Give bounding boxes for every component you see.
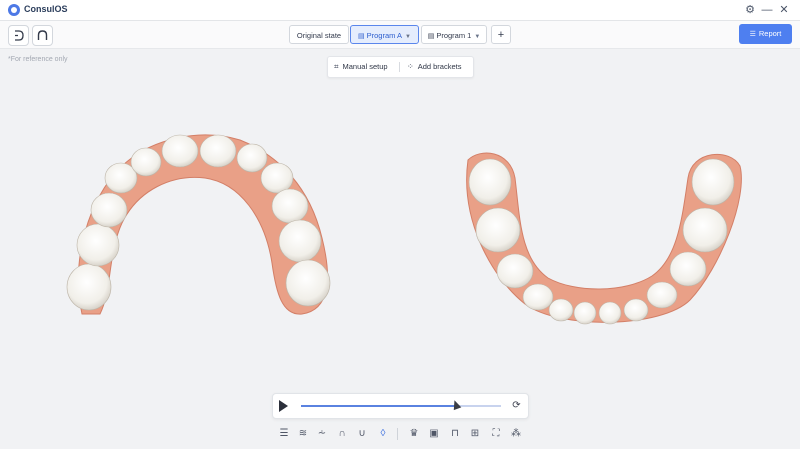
undo-icon — [15, 30, 24, 41]
capture-icon[interactable]: ⛶ — [489, 427, 503, 441]
tooth[interactable] — [475, 207, 521, 253]
tooth[interactable] — [66, 263, 112, 311]
title-bar: ConsulOS ⚙ — ✕ — [0, 0, 800, 21]
loop-icon[interactable]: ⟳ — [510, 399, 523, 412]
tab-label: Program A — [366, 31, 403, 40]
brackets-icon: ⁘ — [407, 62, 414, 71]
report-icon: ☰ — [749, 31, 756, 38]
tooth[interactable] — [496, 253, 534, 289]
tooth[interactable] — [623, 298, 649, 322]
timeline-track[interactable] — [301, 405, 501, 407]
tooth[interactable] — [646, 281, 678, 309]
tooth[interactable] — [468, 158, 512, 206]
gear-icon[interactable]: ⚙ — [742, 2, 758, 18]
footprint-icon[interactable]: ⁂ — [509, 427, 523, 441]
undo-button[interactable] — [8, 25, 29, 46]
app-title: ConsulOS — [24, 4, 68, 14]
upper-arch-icon[interactable]: ∩ — [335, 427, 349, 441]
bracket-icon[interactable]: ⊓ — [448, 427, 462, 441]
tooth[interactable] — [682, 207, 728, 253]
tooth[interactable] — [161, 134, 199, 168]
tooth[interactable] — [130, 147, 162, 177]
grid-icon[interactable]: ⊞ — [468, 427, 482, 441]
tooth[interactable] — [199, 134, 237, 168]
tooth[interactable] — [522, 283, 554, 311]
playback-bar: ⟳ — [272, 393, 529, 419]
setup-bar: ⌗ Manual setup ⁘ Add brackets — [327, 56, 474, 78]
comment-icon[interactable]: ▣ — [427, 427, 441, 441]
main-toolbar: Original state ▤ Program A ▼ ▤ Program 1 ▼ + — [0, 21, 800, 49]
tooth[interactable] — [260, 162, 294, 194]
tooth[interactable] — [548, 298, 574, 322]
tooth[interactable] — [236, 143, 268, 173]
add-program-button[interactable]: + — [491, 25, 511, 44]
add-brackets-button[interactable]: ⁘ Add brackets — [407, 57, 461, 77]
tooth[interactable] — [598, 301, 622, 325]
plus-icon: + — [497, 29, 505, 41]
close-icon[interactable]: ✕ — [776, 2, 792, 18]
tooth[interactable] — [278, 219, 322, 263]
tab-program-a[interactable]: ▤ Program A ▼ — [350, 25, 419, 44]
add-brackets-label: Add brackets — [417, 62, 462, 71]
tab-original-state[interactable]: Original state — [289, 25, 349, 44]
manual-setup-label: Manual setup — [342, 62, 388, 71]
reference-note: *For reference only — [8, 56, 68, 63]
view-front-icon[interactable]: ☰ — [277, 427, 291, 441]
document-icon: ▤ — [427, 33, 435, 40]
divider — [397, 428, 398, 440]
tooth[interactable] — [285, 259, 331, 307]
bottom-toolbar: ☰ ≋ ⩪ ∩ ∪ ◊ ♛ ▣ ⊓ ⊞ ⛶ ⁂ — [275, 425, 525, 443]
chevron-down-icon[interactable]: ▼ — [405, 34, 411, 40]
dental-3d-viewport[interactable] — [0, 78, 800, 378]
tab-label: Program 1 — [436, 31, 472, 40]
view-bottom-icon[interactable]: ⩪ — [315, 427, 329, 441]
document-icon: ▤ — [357, 33, 365, 40]
play-icon[interactable] — [279, 400, 288, 412]
tooth[interactable] — [691, 158, 735, 206]
both-arches-icon[interactable]: ◊ — [376, 427, 390, 441]
tab-program-1[interactable]: ▤ Program 1 ▼ — [421, 25, 487, 44]
tooth[interactable] — [573, 301, 597, 325]
timeline-progress — [301, 405, 455, 407]
arch-icon — [37, 30, 48, 40]
report-button[interactable]: ☰ Report — [739, 24, 792, 44]
arch-button[interactable] — [32, 25, 53, 46]
manual-setup-button[interactable]: ⌗ Manual setup — [334, 57, 388, 77]
manual-setup-icon: ⌗ — [334, 62, 339, 71]
tooth[interactable] — [90, 192, 128, 228]
chevron-down-icon[interactable]: ▼ — [474, 34, 480, 40]
view-top-icon[interactable]: ≋ — [296, 427, 310, 441]
tooth[interactable] — [271, 188, 309, 224]
tooth[interactable] — [76, 223, 120, 267]
lower-arch-icon[interactable]: ∪ — [355, 427, 369, 441]
tab-label: Original state — [296, 31, 342, 40]
minimize-icon[interactable]: — — [759, 2, 775, 18]
tooth-icon[interactable]: ♛ — [407, 427, 421, 441]
app-logo-icon — [8, 4, 20, 16]
report-label: Report — [758, 29, 782, 38]
divider — [399, 62, 400, 72]
tooth[interactable] — [669, 251, 707, 287]
